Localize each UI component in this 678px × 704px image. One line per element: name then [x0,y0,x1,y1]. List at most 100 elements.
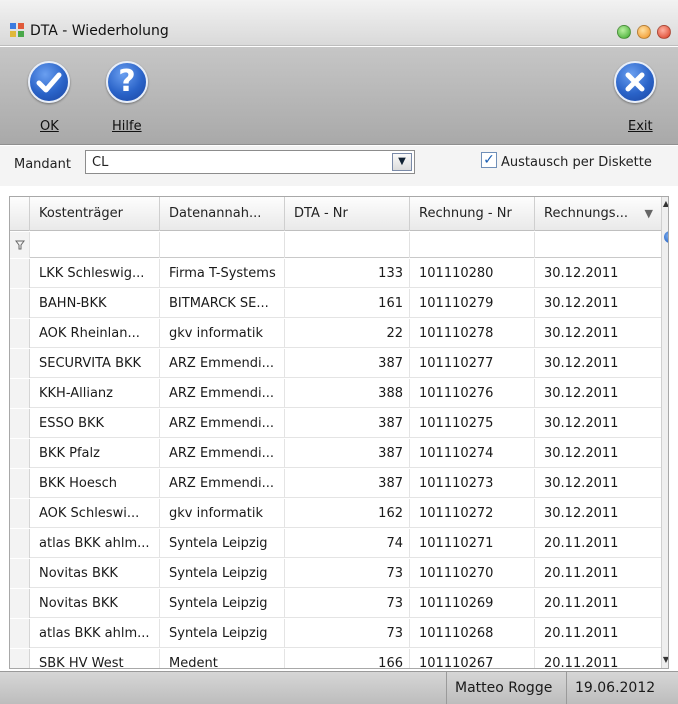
cell-dta-nr: 73 [285,589,410,618]
table-row[interactable]: KKH-Allianz ARZ Emmendi... 388 101110276 30.… [10,379,661,408]
table-row[interactable]: LKK Schleswig... Firma T-Systems 133 101110… [10,259,661,288]
scroll-thumb[interactable] [664,231,668,243]
cell-rechnungsdatum: 30.12.2011 [544,506,619,521]
row-selector[interactable] [10,529,30,558]
cell-rechnungsdatum: 20.11.2011 [544,626,619,641]
window-title: DTA - Wiederholung [30,23,169,39]
table-row[interactable]: Novitas BKK Syntela Leipzig 73 101110270 20.… [10,559,661,588]
table-row[interactable]: AOK Schleswi... gkv informatik 162 10111027… [10,499,661,528]
scroll-up-icon[interactable]: ▲ [662,199,668,209]
invoice-grid: Kostenträger Datenannah... DTA - Nr Rech… [9,196,669,669]
row-selector[interactable] [10,439,30,468]
cell-rechnung-nr: 101110275 [410,409,535,438]
filter-cell[interactable] [30,232,160,258]
toolbar: OK ? Hilfe Exit [0,47,678,145]
cell-rechnungsdatum: 20.11.2011 [544,596,619,611]
cell-rechnung-nr: 101110279 [410,289,535,318]
cell-rechnung-nr: 101110270 [410,559,535,588]
cell-kostentraeger: Novitas BKK [30,589,160,618]
table-row[interactable]: BKK Pfalz ARZ Emmendi... 387 101110274 30.12… [10,439,661,468]
cell-kostentraeger: BAHN-BKK [30,289,160,318]
cell-rechnungsdatum: 30.12.2011 [544,266,619,281]
ok-button[interactable]: OK [20,47,80,145]
exit-button[interactable]: Exit [608,47,668,145]
column-header-rechnungsdatum-label: Rechnungs... [544,206,628,221]
row-selector[interactable] [10,259,30,288]
diskette-checkbox[interactable]: ✓ [481,152,497,168]
cell-datenannahme: BITMARCK SE... [160,289,285,318]
maximize-icon[interactable] [637,25,651,39]
cell-kostentraeger: LKK Schleswig... [30,259,160,288]
row-selector[interactable] [10,499,30,528]
cell-rechnungsdatum: 30.12.2011 [544,446,619,461]
grid-header: Kostenträger Datenannah... DTA - Nr Rech… [10,197,661,231]
cell-rechnungsdatum: 30.12.2011 [544,476,619,491]
filter-cell[interactable] [285,232,410,258]
cell-datenannahme: Syntela Leipzig [160,619,285,648]
table-row[interactable]: SBK HV West Medent 166 101110267 20.11.2011 [10,649,661,669]
row-selector[interactable] [10,379,30,408]
table-row[interactable]: atlas BKK ahlm... Syntela Leipzig 74 101110… [10,529,661,558]
filter-cell[interactable] [410,232,535,258]
minimize-icon[interactable] [617,25,631,39]
cell-kostentraeger: KKH-Allianz [30,379,160,408]
row-selector[interactable] [10,649,30,668]
cell-datenannahme: Syntela Leipzig [160,589,285,618]
row-selector[interactable] [10,469,30,498]
row-selector[interactable] [10,349,30,378]
filter-row [10,232,661,258]
cell-rechnung-nr: 101110271 [410,529,535,558]
x-icon [614,61,656,103]
row-selector[interactable] [10,289,30,318]
cell-kostentraeger: atlas BKK ahlm... [30,619,160,648]
table-row[interactable]: Novitas BKK Syntela Leipzig 73 101110269 20.… [10,589,661,618]
column-header-kostentraeger[interactable]: Kostenträger [30,197,160,231]
cell-datenannahme: ARZ Emmendi... [160,439,285,468]
row-selector[interactable] [10,409,30,438]
cell-datenannahme: Syntela Leipzig [160,529,285,558]
row-selector[interactable] [10,559,30,588]
table-row[interactable]: ESSO BKK ARZ Emmendi... 387 101110275 30.12.… [10,409,661,438]
status-user: Matteo Rogge [446,672,560,704]
mandant-select[interactable]: CL ▼ [85,150,415,174]
table-row[interactable]: BAHN-BKK BITMARCK SE... 161 101110279 30.12.… [10,289,661,318]
row-selector[interactable] [10,619,30,648]
vertical-scrollbar[interactable]: ▲ ▼ [661,197,668,668]
cell-rechnung-nr: 101110272 [410,499,535,528]
row-selector[interactable] [10,319,30,348]
cell-dta-nr: 162 [285,499,410,528]
cell-dta-nr: 166 [285,649,410,668]
help-label: Hilfe [112,119,142,134]
header-row-selector [10,197,30,231]
cell-rechnungsdatum: 20.11.2011 [544,536,619,551]
help-button[interactable]: ? Hilfe [100,47,160,145]
cell-rechnungsdatum: 20.11.2011 [544,566,619,581]
check-icon [28,61,70,103]
chevron-down-icon[interactable]: ▼ [392,153,412,171]
cell-rechnung-nr: 101110277 [410,349,535,378]
cell-rechnung-nr: 101110280 [410,259,535,288]
diskette-label: Austausch per Diskette [501,155,652,170]
sort-desc-icon: ▼ [644,207,653,220]
cell-rechnungsdatum: 30.12.2011 [544,356,619,371]
filter-cell[interactable] [160,232,285,258]
table-row[interactable]: atlas BKK ahlm... Syntela Leipzig 73 101110… [10,619,661,648]
cell-datenannahme: Firma T-Systems [160,259,285,288]
column-header-dta-nr[interactable]: DTA - Nr [285,197,410,231]
cell-datenannahme: ARZ Emmendi... [160,349,285,378]
cell-rechnung-nr: 101110267 [410,649,535,668]
cell-dta-nr: 73 [285,559,410,588]
filter-cell[interactable] [535,232,661,258]
table-row[interactable]: SECURVITA BKK ARZ Emmendi... 387 101110277 3… [10,349,661,378]
table-row[interactable]: BKK Hoesch ARZ Emmendi... 387 101110273 30.1… [10,469,661,498]
column-header-datenannahme[interactable]: Datenannah... [160,197,285,231]
row-selector[interactable] [10,589,30,618]
table-row[interactable]: AOK Rheinlan... gkv informatik 22 101110278… [10,319,661,348]
cell-rechnungsdatum: 30.12.2011 [544,296,619,311]
scroll-down-icon[interactable]: ▼ [662,655,668,665]
close-window-icon[interactable] [657,25,671,39]
column-header-rechnung-nr[interactable]: Rechnung - Nr [410,197,535,231]
cell-rechnungsdatum: 20.11.2011 [544,656,619,669]
cell-kostentraeger: AOK Rheinlan... [30,319,160,348]
column-header-rechnungsdatum[interactable]: Rechnungs... ▼ [535,197,661,231]
